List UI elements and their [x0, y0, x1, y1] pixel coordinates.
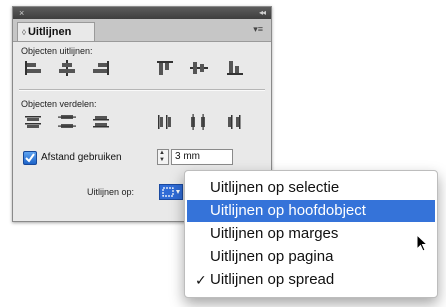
align-bottom-edges-icon[interactable]	[225, 59, 245, 77]
section-divider	[19, 89, 265, 91]
panel-title-bar[interactable]: × ◂◂	[13, 7, 271, 19]
align-icon-row	[13, 59, 271, 81]
align-vertical-centers-icon[interactable]	[189, 59, 209, 77]
spacing-input[interactable]: 3 mm	[171, 149, 233, 165]
stepper-up-icon[interactable]: ▲	[159, 150, 165, 157]
align-top-edges-icon[interactable]	[155, 59, 175, 77]
menu-item-label: Uitlijnen op hoofdobject	[210, 202, 366, 219]
menu-item-key-object[interactable]: Uitlijnen op hoofdobject	[187, 200, 435, 222]
align-to-selection-icon	[162, 187, 180, 197]
menu-item-spread[interactable]: ✓ Uitlijnen op spread	[185, 269, 437, 291]
distribute-icon-row	[13, 113, 271, 135]
distribute-horizontal-centers-icon[interactable]	[189, 113, 209, 131]
distribute-vertical-centers-icon[interactable]	[57, 113, 77, 131]
align-horizontal-centers-icon[interactable]	[57, 59, 77, 77]
distribute-bottom-edges-icon[interactable]	[91, 113, 111, 131]
use-spacing-label: Afstand gebruiken	[41, 152, 122, 163]
tab-arrows-icon: ◊	[22, 28, 26, 37]
collapse-icon[interactable]: ◂◂	[259, 7, 266, 19]
checkmark-icon	[25, 153, 35, 163]
panel-menu-icon[interactable]: ▾≡	[253, 24, 263, 35]
align-to-dropdown-button[interactable]	[159, 184, 183, 200]
menu-item-label: Uitlijnen op marges	[210, 225, 339, 242]
align-left-edges-icon[interactable]	[23, 59, 43, 77]
tab-label: Uitlijnen	[27, 26, 72, 38]
menu-item-selection[interactable]: Uitlijnen op selectie	[185, 177, 437, 199]
menu-item-label: Uitlijnen op spread	[210, 271, 335, 288]
use-spacing-checkbox[interactable]	[23, 151, 37, 165]
checkmark-icon: ✓	[195, 272, 207, 288]
menu-item-label: Uitlijnen op pagina	[210, 248, 334, 265]
align-right-edges-icon[interactable]	[91, 59, 111, 77]
stepper-down-icon[interactable]: ▼	[159, 157, 165, 164]
tab-uitlijnen[interactable]: ◊ Uitlijnen	[17, 22, 95, 41]
align-to-label: Uitlijnen op:	[87, 187, 135, 197]
distribute-top-edges-icon[interactable]	[23, 113, 43, 131]
close-icon[interactable]: ×	[19, 7, 24, 19]
align-objects-label: Objecten uitlijnen:	[21, 46, 93, 56]
spacing-stepper[interactable]: ▲ ▼	[157, 149, 169, 165]
distribute-left-edges-icon[interactable]	[155, 113, 175, 131]
align-to-menu: Uitlijnen op selectie Uitlijnen op hoofd…	[184, 170, 438, 298]
mouse-cursor-icon	[416, 234, 429, 252]
distribute-objects-label: Objecten verdelen:	[21, 99, 97, 109]
distribute-right-edges-icon[interactable]	[225, 113, 245, 131]
menu-item-margins[interactable]: Uitlijnen op marges	[185, 223, 437, 245]
menu-item-page[interactable]: Uitlijnen op pagina	[185, 246, 437, 268]
panel-tab-row: ◊ Uitlijnen ▾≡	[13, 19, 271, 42]
menu-item-label: Uitlijnen op selectie	[210, 179, 340, 196]
